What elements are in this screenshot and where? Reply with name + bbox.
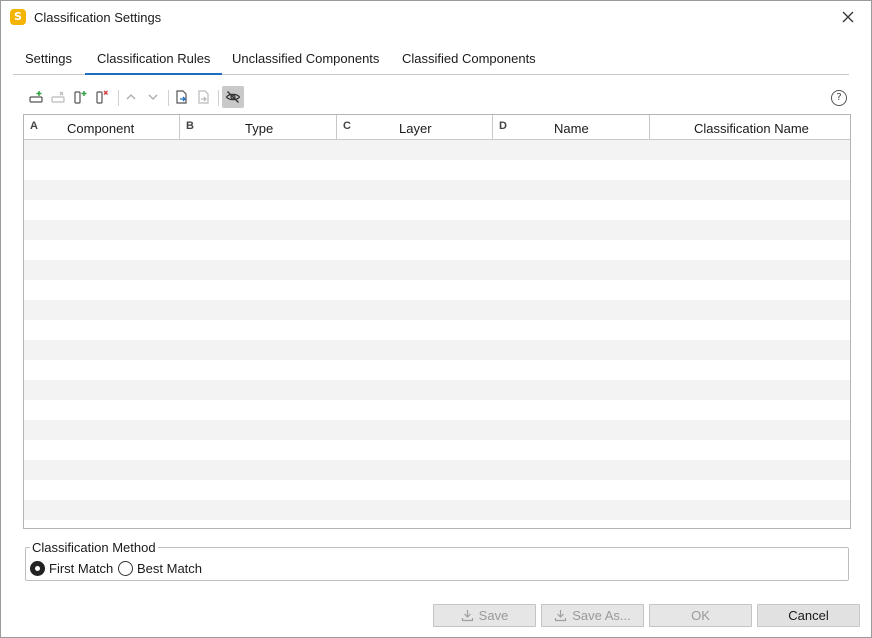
table-row[interactable] — [24, 400, 850, 420]
table-row[interactable] — [24, 340, 850, 360]
save-as-label: Save As... — [572, 608, 631, 623]
tab-classified-components[interactable]: Classified Components — [390, 45, 548, 75]
grid-header: A Component B Type C Layer D Name Classi… — [24, 115, 850, 140]
column-header-layer[interactable]: C Layer — [337, 115, 493, 140]
column-letter: B — [186, 120, 194, 132]
cancel-button[interactable]: Cancel — [757, 604, 860, 627]
column-label: Component — [67, 121, 135, 136]
rules-toolbar — [25, 86, 855, 110]
column-header-classification-name[interactable]: Classification Name — [650, 115, 850, 140]
hide-icon — [225, 91, 241, 103]
table-row[interactable] — [24, 240, 850, 260]
import-button[interactable] — [171, 86, 193, 108]
rules-grid[interactable]: A Component B Type C Layer D Name Classi… — [23, 114, 851, 529]
ok-button[interactable]: OK — [649, 604, 752, 627]
tab-unclassified-components[interactable]: Unclassified Components — [220, 45, 391, 75]
table-row[interactable] — [24, 260, 850, 280]
close-button[interactable] — [837, 6, 859, 28]
first-match-radio[interactable]: First Match — [30, 561, 113, 576]
radio-unchecked-icon — [118, 561, 133, 576]
export-icon — [198, 90, 209, 104]
save-label: Save — [478, 608, 509, 623]
toolbar-separator — [168, 90, 169, 106]
column-letter: D — [499, 120, 507, 132]
table-row[interactable] — [24, 460, 850, 480]
ok-label: OK — [691, 608, 710, 623]
toolbar-separator — [218, 90, 219, 106]
classification-settings-dialog: S Classification Settings Settings Class… — [0, 0, 872, 638]
tab-bar: Settings Classification Rules Unclassifi… — [13, 45, 849, 75]
column-header-name[interactable]: D Name — [493, 115, 650, 140]
table-row[interactable] — [24, 180, 850, 200]
app-logo-icon: S — [10, 9, 26, 25]
save-as-button[interactable]: Save As... — [541, 604, 644, 627]
table-row[interactable] — [24, 440, 850, 460]
add-row-icon — [29, 91, 43, 103]
table-row[interactable] — [24, 140, 850, 160]
table-row[interactable] — [24, 280, 850, 300]
tab-classification-rules[interactable]: Classification Rules — [85, 45, 223, 75]
toolbar-separator — [118, 90, 119, 106]
table-row[interactable] — [24, 380, 850, 400]
help-icon: ? — [836, 92, 842, 103]
import-icon — [176, 90, 187, 104]
move-down-icon — [148, 94, 158, 100]
cancel-label: Cancel — [788, 608, 829, 623]
table-row[interactable] — [24, 500, 850, 520]
window-title: Classification Settings — [34, 10, 162, 25]
add-column-icon — [74, 91, 87, 104]
column-letter: C — [343, 120, 351, 132]
close-icon — [842, 11, 854, 23]
table-row[interactable] — [24, 360, 850, 380]
column-label: Type — [245, 121, 274, 136]
classification-method-group: Classification Method First Match Best M… — [25, 540, 849, 581]
grid-body[interactable] — [24, 140, 850, 528]
classification-method-legend: Classification Method — [30, 540, 158, 555]
radio-checked-icon — [30, 561, 45, 576]
move-up-button[interactable] — [120, 86, 142, 108]
table-row[interactable] — [24, 300, 850, 320]
delete-row-icon — [51, 91, 65, 103]
table-row[interactable] — [24, 220, 850, 240]
add-row-button[interactable] — [25, 86, 47, 108]
best-match-radio[interactable]: Best Match — [118, 561, 202, 576]
help-button[interactable]: ? — [831, 90, 847, 106]
move-down-button[interactable] — [142, 86, 164, 108]
table-row[interactable] — [24, 480, 850, 500]
table-row[interactable] — [24, 200, 850, 220]
add-column-button[interactable] — [69, 86, 91, 108]
column-label: Layer — [399, 121, 432, 136]
download-icon — [555, 610, 567, 622]
column-header-type[interactable]: B Type — [180, 115, 337, 140]
export-button[interactable] — [193, 86, 215, 108]
first-match-label: First Match — [49, 561, 114, 576]
hide-toggle-button[interactable] — [222, 86, 244, 108]
delete-row-button[interactable] — [47, 86, 69, 108]
column-header-component[interactable]: A Component — [24, 115, 180, 140]
delete-column-button[interactable] — [91, 86, 113, 108]
download-icon — [461, 610, 473, 622]
move-up-icon — [126, 94, 136, 100]
table-row[interactable] — [24, 160, 850, 180]
column-label: Name — [554, 121, 589, 136]
save-button[interactable]: Save — [433, 604, 536, 627]
column-label: Classification Name — [694, 121, 809, 136]
tab-settings[interactable]: Settings — [13, 45, 84, 75]
title-bar: S Classification Settings — [1, 1, 871, 34]
delete-column-icon — [96, 90, 108, 104]
column-letter: A — [30, 120, 38, 132]
best-match-label: Best Match — [137, 561, 203, 576]
table-row[interactable] — [24, 420, 850, 440]
table-row[interactable] — [24, 320, 850, 340]
